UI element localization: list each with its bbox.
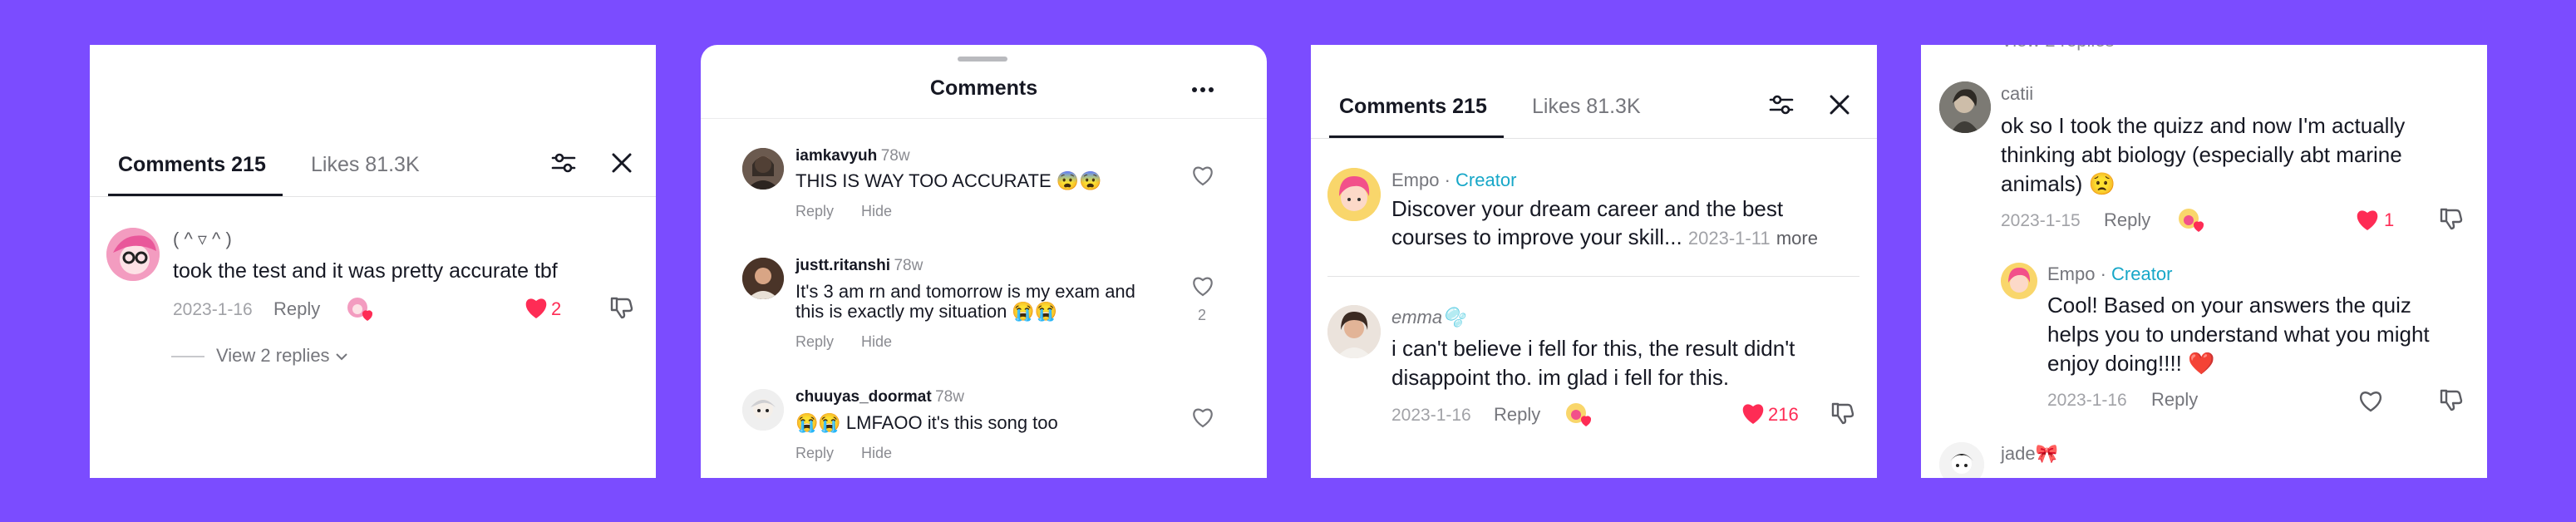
comment-username[interactable]: justt.ritanshi 78w [795,257,923,275]
comment-username[interactable]: Empo · Creator [1391,170,1516,191]
avatar[interactable] [742,389,784,431]
heart-outline-icon[interactable] [1191,165,1214,186]
avatar[interactable] [1327,168,1381,221]
heart-filled-icon[interactable] [524,296,549,319]
comment-text: i can't believe i fell for this, the res… [1391,336,1795,361]
creator-liked-avatar-icon [2177,207,2204,234]
creator-badge: Creator [2111,263,2173,284]
divider [90,196,656,197]
more-options-icon[interactable] [1190,80,1215,100]
more-link[interactable]: more [1776,228,1818,249]
view-replies-label: View 2 replies [216,345,330,366]
reply-button[interactable]: Reply [795,203,834,220]
tab-comments[interactable]: Comments 215 [118,153,266,177]
comment-text: animals) 😟 [2001,171,2115,196]
comment-username[interactable]: ( ^ ▿ ^ ) [173,229,232,250]
panel-comments-1: Comments 215 Likes 81.3K ( ^ ▿ ^ ) took … [90,45,656,478]
like-count: 1 [2384,209,2395,230]
dislike-icon[interactable] [608,295,633,320]
reply-username[interactable]: Empo · Creator [2047,263,2172,285]
creator-liked-avatar-icon [346,296,372,323]
avatar[interactable] [742,148,784,190]
reply-button[interactable]: Reply [273,298,320,320]
divider [701,118,1267,119]
heart-outline-icon[interactable] [1191,406,1214,428]
avatar[interactable] [1939,442,1984,478]
filter-icon[interactable] [1768,91,1795,118]
comment-date: 2023-1-16 [173,300,253,319]
avatar[interactable] [1327,305,1381,358]
avatar[interactable] [106,228,160,281]
comment-time: 78w [894,257,924,274]
hide-button[interactable]: Hide [861,333,892,351]
avatar[interactable] [742,258,784,299]
panel-comments-3: Comments 215 Likes 81.3K Empo · Creator … [1311,45,1877,478]
like-count: 216 [1768,404,1799,425]
dislike-icon[interactable] [1830,401,1854,426]
filter-icon[interactable] [550,150,577,176]
view-replies-button[interactable]: View 2 replies [216,345,348,367]
like-count: 2 [551,298,562,319]
panel-comments-2: Comments iamkavyuh 78w THIS IS WAY TOO A… [701,45,1267,478]
video-strip [90,45,656,130]
heart-outline-icon[interactable] [1191,275,1214,297]
tab-likes[interactable]: Likes 81.3K [311,153,420,177]
comment-username[interactable]: chuuyas_doormat 78w [795,388,964,406]
reply-date: 2023-1-16 [2047,391,2127,410]
creator-liked-avatar-icon [1564,401,1591,428]
comment-username[interactable]: iamkavyuh 78w [795,147,910,165]
hide-button[interactable]: Hide [861,203,892,220]
like-count: 2 [1198,307,1207,323]
comment-text: courses to improve your skill... 2023-1-… [1391,224,1818,249]
hide-button[interactable]: Hide [861,445,892,462]
reply-button[interactable]: Reply [2104,209,2150,231]
heart-filled-icon[interactable] [1741,401,1766,425]
comment-username[interactable]: jade🎀 [2001,443,2058,465]
reply-text: Cool! Based on your answers the quiz [2047,293,2411,318]
view-replies-line [171,356,204,357]
dislike-icon[interactable] [2438,206,2463,231]
reply-text: enjoy doing!!!! ❤️ [2047,351,2215,376]
reply-button[interactable]: Reply [795,445,834,462]
divider [1327,276,1859,277]
view-replies-button[interactable]: View 2 replies [2001,45,2115,52]
close-icon[interactable] [610,151,633,175]
reply-text: helps you to understand what you might [2047,322,2430,347]
close-icon[interactable] [1828,93,1851,116]
chevron-down-icon [335,352,348,362]
creator-badge: Creator [1455,170,1517,190]
reply-button[interactable]: Reply [795,333,834,351]
comment-text: thinking abt biology (especially abt mar… [2001,142,2402,167]
panel-comments-4: View 2 replies catii ok so I took the qu… [1921,45,2487,478]
comment-date: 2023-1-16 [1391,406,1471,425]
comment-date: 2023-1-11 [1687,228,1771,249]
tab-likes[interactable]: Likes 81.3K [1532,95,1641,119]
heart-filled-icon[interactable] [2355,208,2380,231]
comment-text: ok so I took the quizz and now I'm actua… [2001,113,2406,138]
comment-text: THIS IS WAY TOO ACCURATE 😨😨 [795,170,1102,191]
comment-time: 78w [935,388,964,406]
reply-button[interactable]: Reply [1494,404,1540,426]
comment-date: 2023-1-15 [2001,211,2081,230]
sheet-title: Comments [929,76,1038,100]
heart-outline-icon[interactable] [2358,389,2383,412]
comment-text: Discover your dream career and the best [1391,196,1784,221]
comment-text: this is exactly my situation 😭😭 [795,301,1058,322]
dislike-icon[interactable] [2438,387,2463,412]
avatar[interactable] [1939,81,1991,133]
comment-text: 😭😭 LMFAOO it's this song too [795,412,1058,433]
comment-username[interactable]: emma🫧 [1391,307,1465,328]
reply-button[interactable]: Reply [2151,389,2198,411]
comment-text: took the test and it was pretty accurate… [173,259,558,283]
avatar[interactable] [2001,263,2037,299]
drag-handle[interactable] [958,57,1007,62]
comment-time: 78w [880,147,910,165]
comment-username[interactable]: catii [2001,83,2033,105]
divider [1311,138,1877,139]
tab-comments[interactable]: Comments 215 [1339,95,1487,119]
comment-text: disappoint tho. im glad i fell for this. [1391,365,1730,390]
